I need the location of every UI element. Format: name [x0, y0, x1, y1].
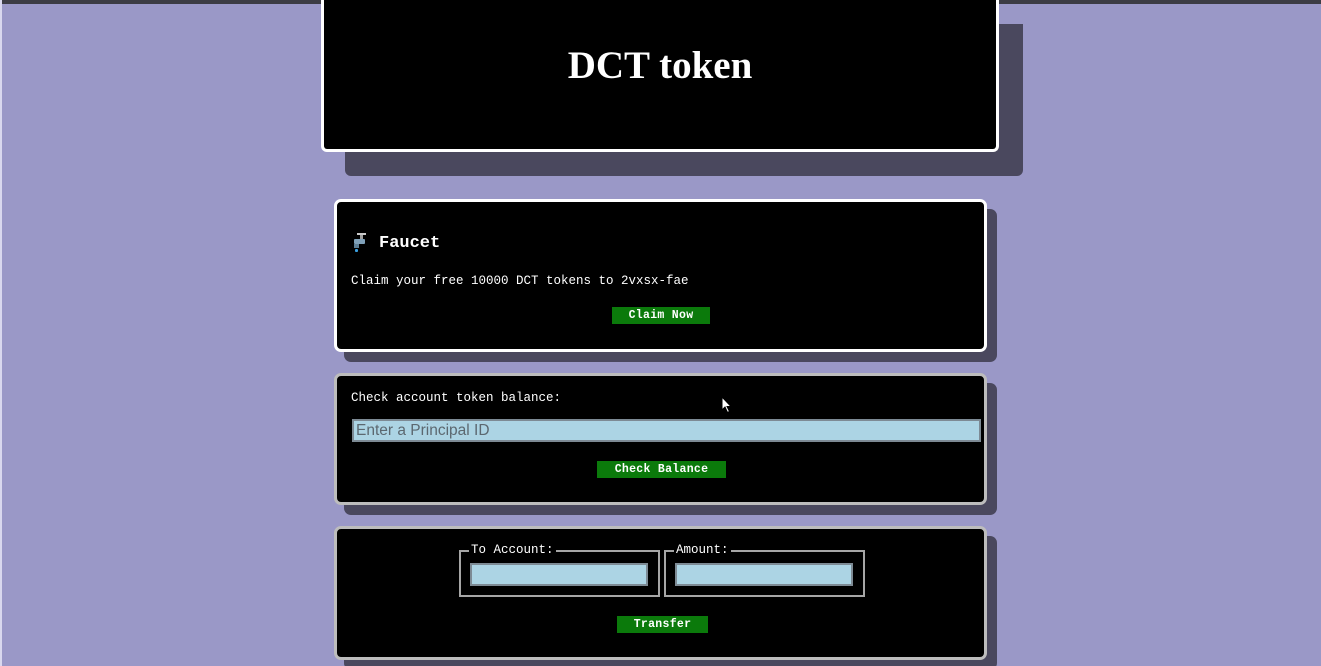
page-title: DCT token: [567, 44, 753, 87]
to-account-input[interactable]: [470, 563, 648, 586]
amount-fieldset: Amount:: [664, 543, 865, 597]
claim-now-button[interactable]: Claim Now: [612, 307, 710, 324]
faucet-description: Claim your free 10000 DCT tokens to 2vxs…: [351, 274, 689, 288]
balance-label: Check account token balance:: [351, 391, 562, 405]
transfer-button[interactable]: Transfer: [617, 616, 708, 633]
balance-card: Check account token balance: Check Balan…: [334, 373, 987, 505]
faucet-card: Faucet Claim your free 10000 DCT tokens …: [334, 199, 987, 352]
mouse-cursor-icon: [721, 396, 733, 414]
to-account-fieldset: To Account:: [459, 543, 660, 597]
amount-input[interactable]: [675, 563, 853, 586]
faucet-icon: [351, 232, 369, 254]
check-balance-button[interactable]: Check Balance: [597, 461, 726, 478]
to-account-label: To Account:: [469, 543, 556, 557]
transfer-card: To Account: Amount: Transfer: [334, 526, 987, 660]
window-left-edge: [0, 0, 2, 666]
principal-id-input[interactable]: [352, 419, 981, 442]
faucet-title: Faucet: [379, 233, 441, 253]
amount-label: Amount:: [674, 543, 731, 557]
faucet-heading: Faucet: [351, 232, 440, 254]
header-banner: DCT token: [321, 0, 999, 152]
